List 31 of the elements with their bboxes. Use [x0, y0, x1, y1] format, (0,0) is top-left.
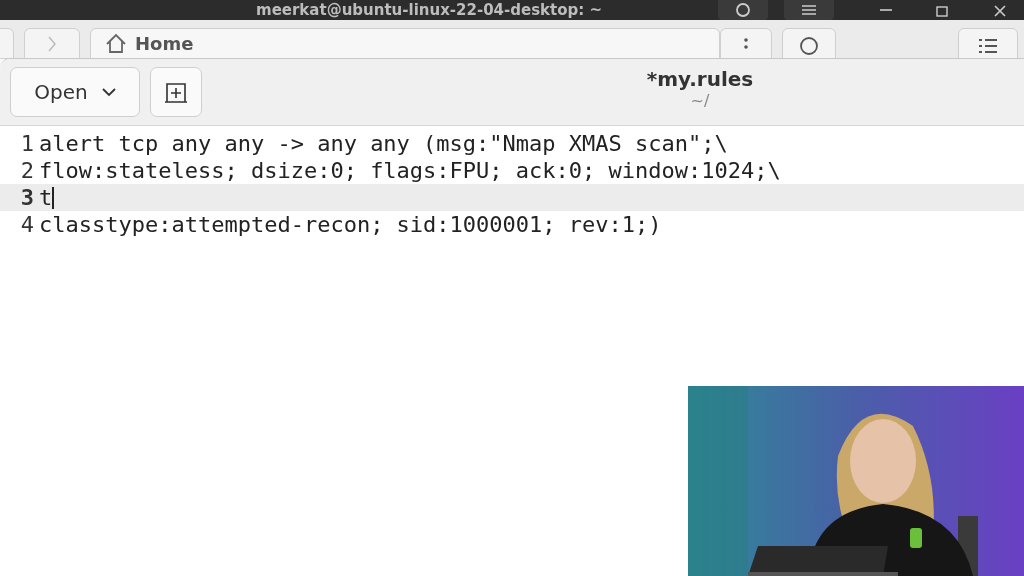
- caret-icon: [101, 87, 116, 97]
- line-number: 2: [19, 157, 35, 184]
- new-tab-button[interactable]: [150, 67, 202, 117]
- list-icon: [978, 37, 998, 53]
- code-text: classtype:attempted-recon; sid:1000001; rev:1;): [39, 211, 662, 238]
- window-title: meerkat@ubuntu-linux-22-04-desktop: ~: [256, 0, 603, 20]
- view-button[interactable]: [958, 28, 1018, 58]
- location-text: Home: [135, 33, 194, 55]
- line-number: 4: [19, 211, 35, 238]
- minimize-icon: [880, 9, 892, 11]
- maximize-icon: [936, 3, 948, 17]
- location-bar[interactable]: Home: [90, 28, 720, 58]
- search-button[interactable]: [718, 0, 768, 20]
- open-button[interactable]: Open: [10, 67, 140, 117]
- text-cursor: [52, 186, 54, 209]
- search-icon: [735, 2, 751, 18]
- menu-icon: [801, 3, 817, 17]
- code-text: flow:stateless; dsize:0; flags:FPU; ack:0; window:1024;\: [39, 157, 781, 184]
- line-number: 3: [19, 184, 35, 211]
- close-icon: [994, 3, 1006, 17]
- code-text: alert tcp any any -> any any (msg:"Nmap XMAS scan";\: [39, 130, 728, 157]
- search-button[interactable]: [782, 28, 836, 58]
- document-title: *my.rules: [646, 67, 754, 91]
- menu-button[interactable]: [784, 0, 834, 20]
- new-tab-icon: [164, 81, 188, 103]
- home-icon: [105, 33, 127, 53]
- chevron-right-icon: [47, 35, 57, 53]
- search-icon: [799, 35, 819, 55]
- code-text: t: [39, 184, 54, 211]
- line-number: 1: [19, 130, 35, 157]
- document-path: ~/: [690, 91, 710, 110]
